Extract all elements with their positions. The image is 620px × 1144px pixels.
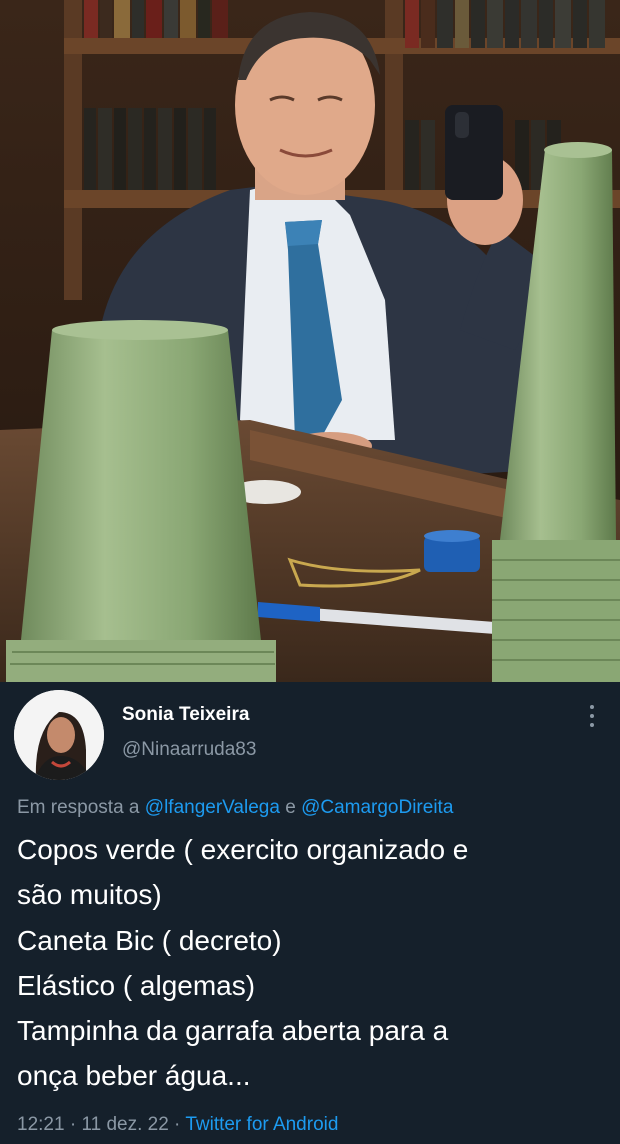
avatar[interactable] bbox=[14, 690, 104, 780]
display-name[interactable]: Sonia Teixeira bbox=[122, 704, 249, 726]
reply-context: Em resposta a @lfangerValega e @CamargoD… bbox=[17, 797, 453, 819]
reply-mention-1[interactable]: @lfangerValega bbox=[145, 797, 280, 818]
tweet-text-line: Caneta Bic ( decreto) bbox=[17, 924, 282, 956]
reply-prefix: Em resposta a bbox=[17, 797, 140, 818]
tweet-time[interactable]: 12:21 bbox=[17, 1114, 65, 1135]
reply-conjunction: e bbox=[285, 797, 296, 818]
tweet-card: Sonia Teixeira @Ninaarruda83 Em resposta… bbox=[0, 682, 620, 1144]
meta-separator: · bbox=[174, 1114, 181, 1135]
tweet-meta: 12:21 · 11 dez. 22 · Twitter for Android bbox=[17, 1114, 338, 1136]
tweet-source[interactable]: Twitter for Android bbox=[185, 1114, 338, 1135]
tweet-text-line: onça beber água... bbox=[17, 1060, 251, 1092]
more-vertical-icon[interactable] bbox=[580, 702, 604, 730]
tweet-date[interactable]: 11 dez. 22 bbox=[81, 1114, 168, 1135]
meta-separator: · bbox=[69, 1114, 77, 1135]
tweet-text-line: Copos verde ( exercito organizado e bbox=[17, 834, 469, 865]
tweet-text: Copos verde ( exercito organizado e são … bbox=[17, 827, 607, 1099]
reply-mention-2[interactable]: @CamargoDireita bbox=[301, 797, 453, 818]
avatar-photo bbox=[14, 690, 104, 780]
photo-illustration bbox=[0, 0, 620, 682]
user-handle[interactable]: @Ninaarruda83 bbox=[122, 739, 256, 761]
tweet-text-line: Elástico ( algemas) bbox=[17, 969, 256, 1001]
tweet-photo[interactable] bbox=[0, 0, 620, 682]
tweet-text-line: Tampinha da garrafa aberta para a bbox=[17, 1015, 449, 1047]
phone-icon bbox=[445, 105, 503, 200]
tweet-text-line: são muitos) bbox=[17, 879, 162, 911]
